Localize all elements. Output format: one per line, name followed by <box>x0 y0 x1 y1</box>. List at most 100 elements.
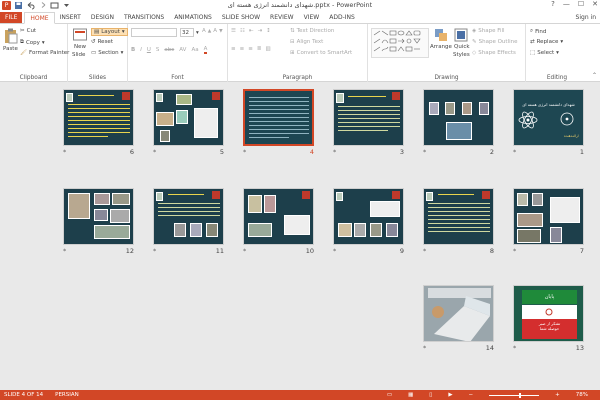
justify-icon[interactable]: ≣ <box>257 46 262 52</box>
slide-12-preview[interactable] <box>63 188 134 245</box>
maximize-button[interactable]: ☐ <box>578 0 584 8</box>
paste-icon[interactable] <box>4 28 18 44</box>
select-button[interactable]: ⬚ Select ▾ <box>530 50 559 56</box>
tab-transitions[interactable]: TRANSITIONS <box>119 12 169 23</box>
slide-4-preview[interactable] <box>243 89 314 146</box>
arrange-label[interactable]: Arrange <box>430 44 452 50</box>
zoom-slider-thumb[interactable] <box>519 392 522 398</box>
close-button[interactable]: ✕ <box>592 0 598 8</box>
zoom-level[interactable]: 78% <box>576 392 588 398</box>
find-button[interactable]: ⌕ Find <box>530 28 546 35</box>
slide-11-preview[interactable] <box>153 188 224 245</box>
paste-button[interactable]: Paste <box>3 46 18 52</box>
zoom-in-button[interactable]: + <box>555 392 560 398</box>
layout-button[interactable]: ▤ Layout ▾ <box>91 28 128 36</box>
slide-6-preview[interactable] <box>63 89 134 146</box>
slide-sorter-view-icon[interactable]: ▦ <box>408 392 413 398</box>
align-center-icon[interactable]: ≡ <box>240 46 245 52</box>
shadow-button[interactable]: S <box>156 47 160 53</box>
decrease-indent-icon[interactable]: ⇤ <box>249 28 254 34</box>
arrange-icon[interactable] <box>434 28 448 42</box>
shape-effects-button[interactable]: ◇ Shape Effects <box>472 50 516 56</box>
slide-thumbnail-9[interactable]: * 9 <box>333 188 404 260</box>
slide-thumbnail-11[interactable]: * 11 <box>153 188 224 260</box>
reading-view-icon[interactable]: ▯ <box>429 392 432 398</box>
tab-view[interactable]: VIEW <box>299 12 325 23</box>
language-indicator[interactable]: PERSIAN <box>55 392 79 398</box>
replace-button[interactable]: ⇄ Replace ▾ <box>530 39 563 45</box>
quick-styles-icon[interactable] <box>454 28 468 42</box>
slide-14-preview[interactable] <box>423 285 494 342</box>
slideshow-view-icon[interactable]: ▶ <box>448 392 452 398</box>
tab-design[interactable]: DESIGN <box>86 12 119 23</box>
slide-2-preview[interactable] <box>423 89 494 146</box>
slide-8-preview[interactable] <box>423 188 494 245</box>
zoom-slider[interactable] <box>489 392 540 398</box>
slide-thumbnail-1[interactable]: شهدای دانشمند انرژی هسته ای ارائه‌دهنده … <box>513 89 584 161</box>
slide-thumbnail-10[interactable]: * 10 <box>243 188 314 260</box>
quick-styles-label-2[interactable]: Styles <box>453 52 470 58</box>
columns-icon[interactable]: ▥ <box>265 46 270 52</box>
numbering-icon[interactable]: ☷ <box>240 28 245 34</box>
normal-view-icon[interactable]: ▭ <box>387 392 392 398</box>
new-slide-icon[interactable] <box>73 28 87 42</box>
slide-thumbnail-7[interactable]: * 7 <box>513 188 584 260</box>
new-slide-label[interactable]: New <box>74 44 86 50</box>
slide-10-preview[interactable] <box>243 188 314 245</box>
copy-button[interactable]: ⧉ Copy ▾ <box>20 39 45 46</box>
text-direction-button[interactable]: ⇅ Text Direction <box>290 28 334 34</box>
slide-thumbnail-3[interactable]: * 3 <box>333 89 404 161</box>
slide-thumbnail-13[interactable]: پایان تشکر از صبر حوصله شما * 13 <box>513 285 584 357</box>
underline-button[interactable]: U <box>147 47 151 53</box>
align-left-icon[interactable]: ≡ <box>231 46 236 52</box>
slide-thumbnail-8[interactable]: * 8 <box>423 188 494 260</box>
collapse-ribbon-icon[interactable]: ⌃ <box>592 72 597 79</box>
slide-thumbnail-5[interactable]: * 5 <box>153 89 224 161</box>
section-button[interactable]: ▭ Section ▾ <box>91 50 123 56</box>
zoom-out-button[interactable]: − <box>469 392 474 398</box>
slide-5-preview[interactable] <box>153 89 224 146</box>
change-case-button[interactable]: Aa <box>191 47 198 53</box>
format-painter-button[interactable]: 🖌 Format Painter <box>20 50 69 56</box>
slide-thumbnail-4[interactable]: * 4 <box>243 89 314 161</box>
slide-thumbnail-12[interactable]: * 12 <box>63 188 134 260</box>
quick-styles-label[interactable]: Quick <box>454 44 470 50</box>
slide-thumbnail-2[interactable]: * 2 <box>423 89 494 161</box>
convert-smartart-button[interactable]: ⊞ Convert to SmartArt <box>290 50 352 56</box>
tab-animations[interactable]: ANIMATIONS <box>169 12 217 23</box>
new-slide-label-2[interactable]: Slide <box>72 52 85 58</box>
font-name-input[interactable] <box>131 28 177 37</box>
help-button[interactable]: ? <box>551 0 555 8</box>
font-name-box[interactable] <box>131 28 177 37</box>
font-size-box[interactable]: 32 ▾ <box>180 28 199 37</box>
tab-home[interactable]: HOME <box>24 12 55 24</box>
tab-slide-show[interactable]: SLIDE SHOW <box>217 12 265 23</box>
slide-3-preview[interactable] <box>333 89 404 146</box>
slide-1-preview[interactable]: شهدای دانشمند انرژی هسته ای ارائه‌دهنده <box>513 89 584 146</box>
align-right-icon[interactable]: ≡ <box>248 46 253 52</box>
grow-font-button[interactable]: A ▲ A ▼ <box>202 28 223 34</box>
reset-button[interactable]: ↺ Reset <box>91 39 113 45</box>
shape-outline-button[interactable]: ✎ Shape Outline <box>472 39 517 45</box>
align-text-button[interactable]: ⊟ Align Text <box>290 39 323 45</box>
shape-fill-button[interactable]: ◈ Shape Fill <box>472 28 505 34</box>
slide-7-preview[interactable] <box>513 188 584 245</box>
strikethrough-button[interactable]: abc <box>164 47 174 53</box>
slide-9-preview[interactable] <box>333 188 404 245</box>
line-spacing-icon[interactable]: ↕ <box>266 28 271 34</box>
tab-insert[interactable]: INSERT <box>55 12 86 23</box>
slide-thumbnail-6[interactable]: * 6 <box>63 89 134 161</box>
bold-button[interactable]: B <box>131 47 135 53</box>
italic-button[interactable]: I <box>140 47 142 53</box>
minimize-button[interactable]: — <box>563 0 570 8</box>
cut-button[interactable]: ✂ Cut <box>20 28 36 34</box>
increase-indent-icon[interactable]: ⇥ <box>257 28 262 34</box>
shapes-gallery[interactable] <box>371 28 429 58</box>
slide-thumbnail-14[interactable]: * 14 <box>423 285 494 357</box>
char-spacing-button[interactable]: AV <box>179 47 186 53</box>
bullets-icon[interactable]: ☰ <box>231 28 236 34</box>
font-color-button[interactable]: A <box>203 46 208 54</box>
font-size-input[interactable]: 32 <box>180 28 194 37</box>
tab-file[interactable]: FILE <box>0 12 23 23</box>
sign-in-link[interactable]: Sign in <box>576 12 596 24</box>
